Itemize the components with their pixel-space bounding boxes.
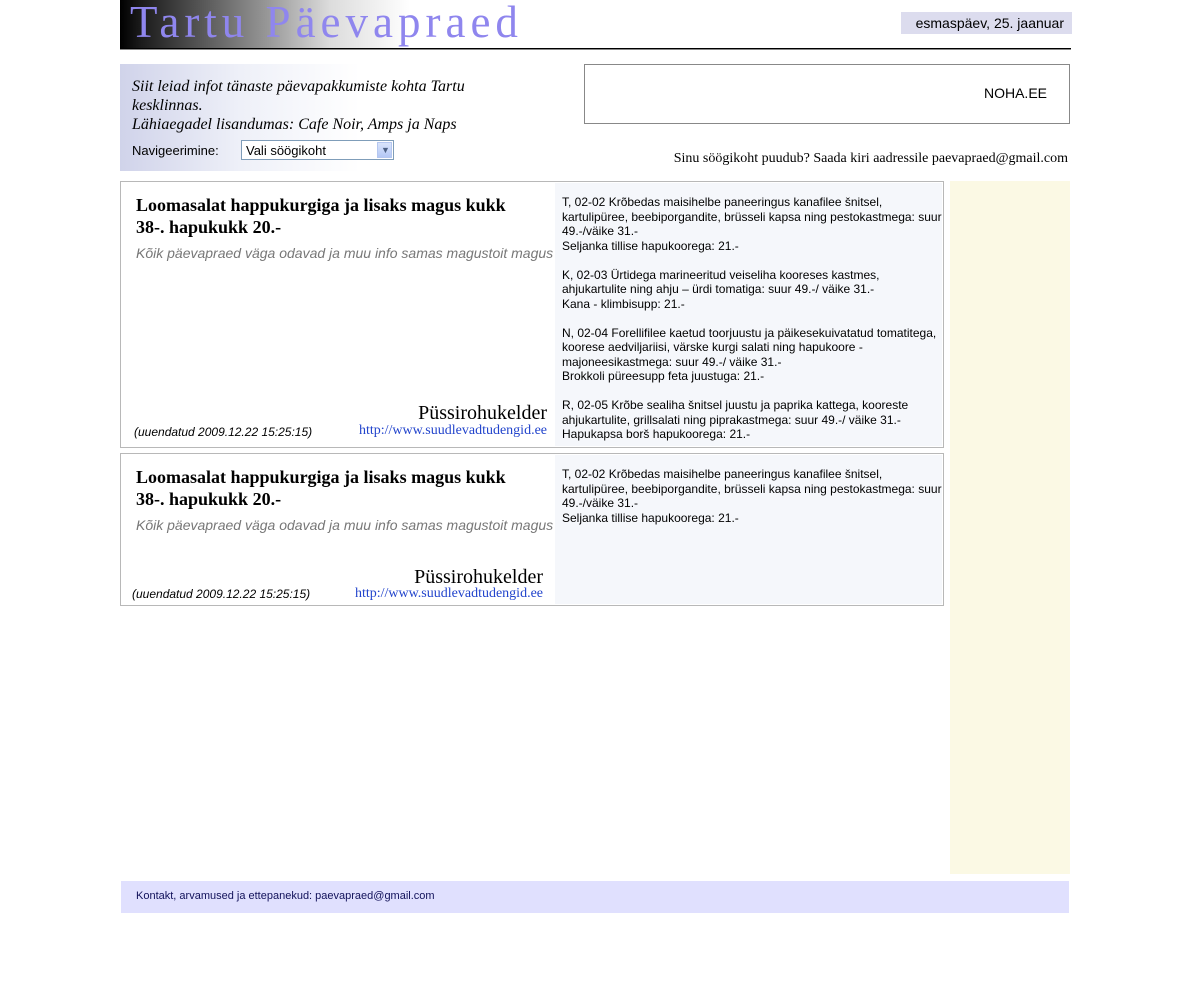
menu-day: K, 02-03 Ürtidega marineeritud veiseliha… — [562, 268, 942, 312]
chevron-down-icon: ▼ — [381, 145, 390, 155]
menu-soup: Brokkoli püreesupp feta juustuga: 21.- — [562, 369, 765, 383]
site-header: Tartu Päevapraed esmaspäev, 25. jaanuar — [120, 0, 1072, 50]
card-subtitle: Kõik päevapraed väga odavad ja muu info … — [136, 517, 554, 533]
navigation-label: Navigeerimine: — [132, 143, 219, 158]
intro-line-2: Lähiaegadel lisandumas: Cafe Noir, Amps … — [132, 116, 457, 133]
select-dropdown-button[interactable]: ▼ — [377, 142, 392, 158]
date-badge: esmaspäev, 25. jaanuar — [901, 12, 1072, 34]
restaurant-link[interactable]: http://www.suudlevadtudengid.ee — [359, 423, 547, 439]
card-info: Loomasalat happukurgiga ja lisaks magus … — [121, 454, 555, 605]
menu-day: N, 02-04 Forellifilee kaetud toorjuustu … — [562, 326, 942, 384]
menu-soup: Seljanka tillise hapukoorega: 21.- — [562, 238, 739, 253]
restaurant-select-value: Vali söögikoht — [246, 143, 326, 158]
restaurant-select[interactable]: Vali söögikoht ▼ — [241, 140, 394, 160]
card-title: Loomasalat happukurgiga ja lisaks magus … — [136, 195, 506, 237]
weekly-menu: T, 02-02 Krõbedas maisihelbe paneeringus… — [562, 195, 942, 456]
restaurant-card: Loomasalat happukurgiga ja lisaks magus … — [120, 453, 944, 606]
intro-text: Siit leiad infot tänaste päevapakkumiste… — [132, 77, 536, 134]
weekly-menu: T, 02-02 Krõbedas maisihelbe paneeringus… — [562, 467, 942, 540]
card-title: Loomasalat happukurgiga ja lisaks magus … — [136, 467, 506, 509]
updated-timestamp: (uuendatud 2009.12.22 15:25:15) — [134, 425, 313, 439]
menu-soup: Seljanka tillise hapukoorega: 21.- — [562, 510, 739, 525]
site-logo[interactable]: Tartu Päevapraed — [120, 0, 606, 50]
restaurant-name: Püssirohukelder — [418, 402, 547, 424]
menu-day: T, 02-02 Krõbedas maisihelbe paneeringus… — [562, 195, 942, 253]
restaurant-link[interactable]: http://www.suudlevadtudengid.ee — [355, 586, 543, 602]
restaurant-card: Loomasalat happukurgiga ja lisaks magus … — [120, 181, 944, 448]
ad-text: NOHA.EE — [983, 85, 1047, 101]
footer-contact-text: Kontakt, arvamused ja ettepanekud: paeva… — [136, 890, 435, 902]
menu-soup: Kana - klimbisupp: 21.- — [562, 296, 685, 311]
intro-line-1: Siit leiad infot tänaste päevapakkumiste… — [132, 78, 465, 114]
menu-main-dish: T, 02-02 Krõbedas maisihelbe paneeringus… — [562, 467, 942, 510]
sidebar-ad-column — [950, 181, 1070, 874]
card-info: Loomasalat happukurgiga ja lisaks magus … — [121, 182, 555, 447]
card-menu-panel: T, 02-02 Krõbedas maisihelbe paneeringus… — [555, 455, 942, 604]
site-footer: Kontakt, arvamused ja ettepanekud: paeva… — [121, 881, 1069, 913]
menu-main-dish: T, 02-02 Krõbedas maisihelbe paneeringus… — [562, 195, 942, 238]
menu-day: T, 02-02 Krõbedas maisihelbe paneeringus… — [562, 467, 942, 525]
updated-timestamp: (uuendatud 2009.12.22 15:25:15) — [132, 587, 311, 601]
ad-banner[interactable]: NOHA.EE — [584, 64, 1070, 124]
menu-soup: Hapukapsa borš hapukoorega: 21.- — [562, 427, 751, 441]
intro-panel: Siit leiad infot tänaste päevapakkumiste… — [120, 64, 536, 171]
logo-text: Tartu Päevapraed — [130, 0, 523, 47]
missing-restaurant-notice: Sinu söögikoht puudub? Saada kiri aadres… — [673, 151, 1068, 166]
menu-main-dish: R, 02-05 Krõbe sealiha šnitsel juustu ja… — [562, 398, 909, 427]
card-menu-panel: T, 02-02 Krõbedas maisihelbe paneeringus… — [555, 183, 942, 446]
menu-day: R, 02-05 Krõbe sealiha šnitsel juustu ja… — [562, 398, 942, 442]
header-divider — [120, 48, 1071, 50]
card-subtitle: Kõik päevapraed väga odavad ja muu info … — [136, 245, 554, 261]
menu-main-dish: K, 02-03 Ürtidega marineeritud veiseliha… — [562, 267, 880, 297]
menu-main-dish: N, 02-04 Forellifilee kaetud toorjuustu … — [562, 325, 937, 369]
